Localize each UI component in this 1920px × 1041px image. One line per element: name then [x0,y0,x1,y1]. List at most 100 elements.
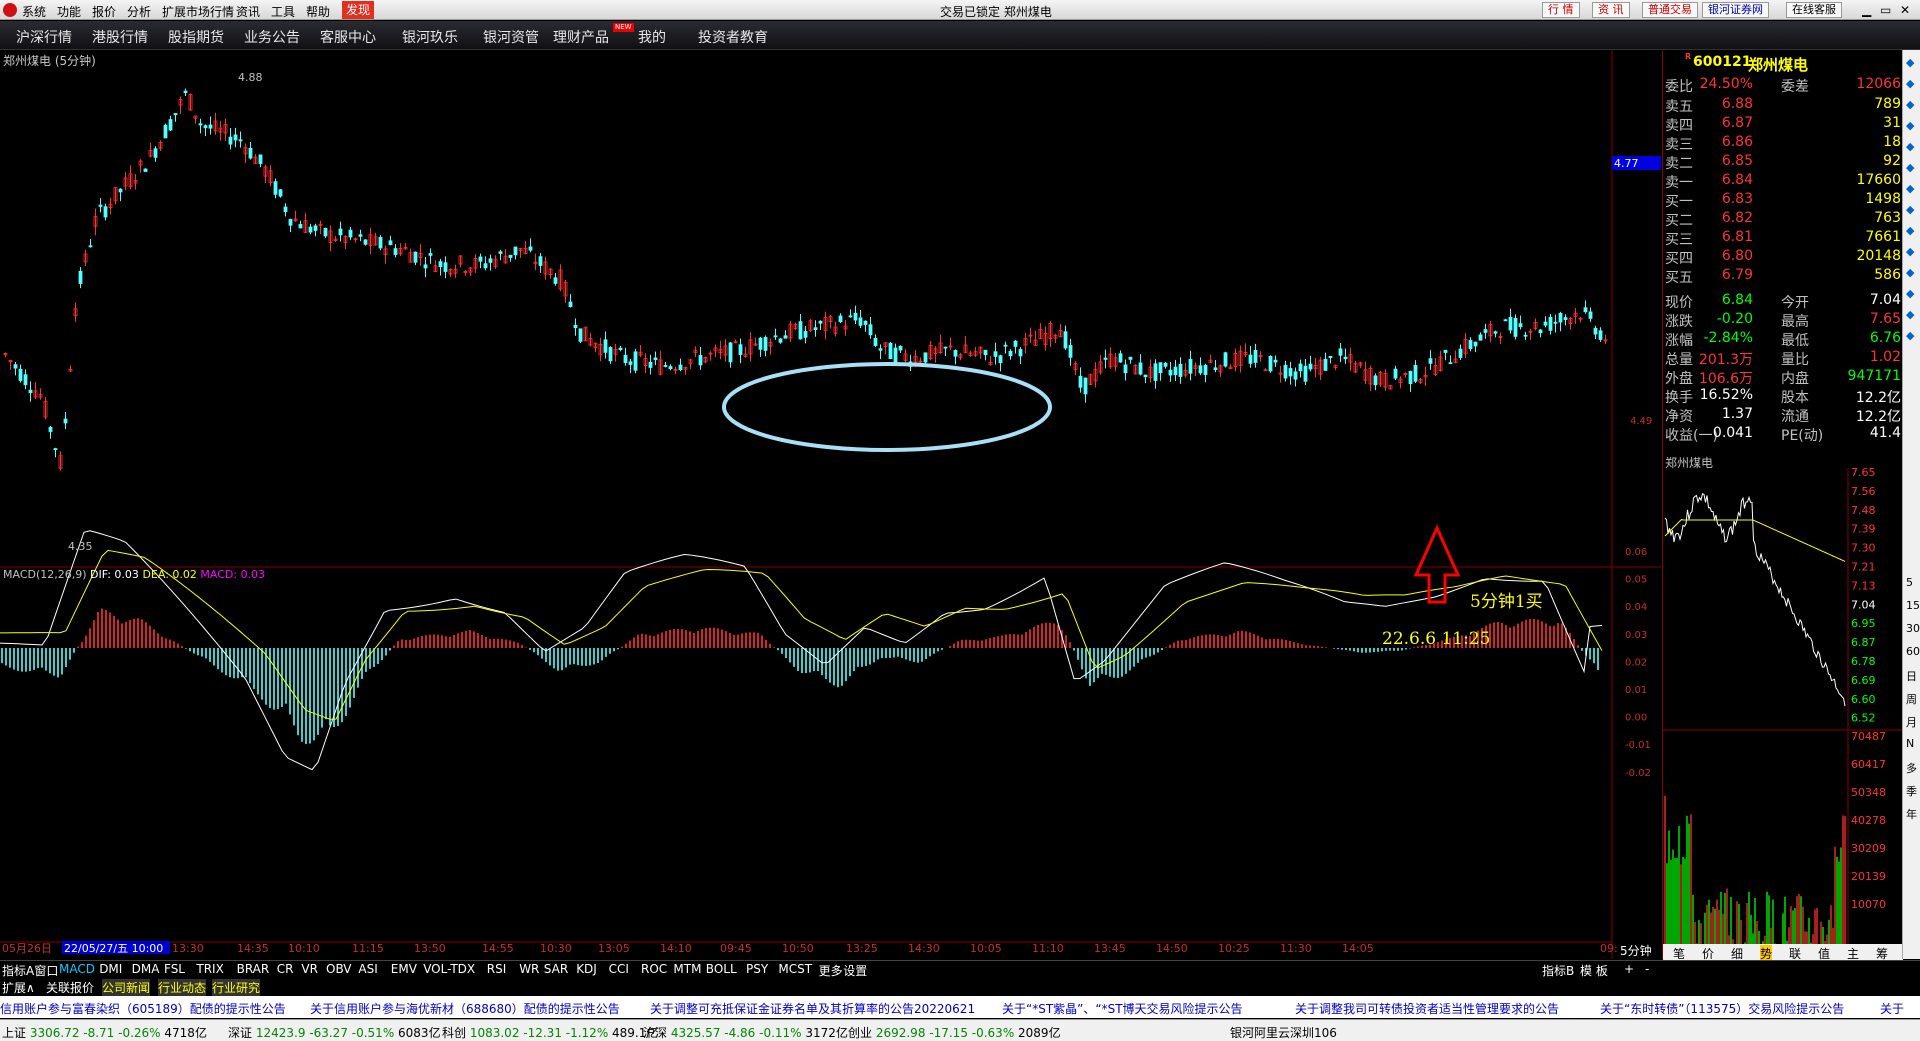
ext-tab[interactable]: 公司新闻 [102,979,151,996]
btn-info[interactable]: 资 讯 [1592,2,1630,18]
menu-ext-market[interactable]: 扩展市场行情 [162,3,234,20]
mini-chart[interactable]: 7.65 7.56 7.48 7.39 7.30 7.21 7.13 7.04 6.95 6.87… [1663,468,1903,958]
menu-discover[interactable]: 发现 [342,1,375,19]
indicator-tab[interactable]: 更多 [819,962,843,979]
tool-icon[interactable]: ◆ [1906,119,1914,132]
btn-quote[interactable]: 行 情 [1542,2,1580,18]
indicator-tab[interactable]: MACD [59,962,95,976]
tool-icon[interactable]: ◆ [1906,224,1914,237]
menu-info[interactable]: 资讯 [236,3,260,20]
ask-row[interactable]: 卖一 6.84 17660 [1663,172,1903,191]
news-item[interactable]: 关于 [1880,1000,1904,1017]
menu-analysis[interactable]: 分析 [127,3,151,20]
indicator-tab[interactable]: EMV [391,962,417,976]
indicator-tab[interactable]: MTM [673,962,701,976]
period-tool[interactable]: 15 [1906,599,1920,612]
period-tool[interactable]: N [1906,737,1914,750]
nav-joy[interactable]: 银河玖乐 [402,27,458,47]
indicator-tab[interactable]: DMI [99,962,122,976]
ask-row[interactable]: 卖五 6.88 789 [1663,96,1903,115]
news-item[interactable]: 信用账户参与富春染织（605189）配债的提示性公告 [0,1000,286,1017]
close-icon[interactable]: ✕ [1900,3,1910,17]
tool-icon[interactable]: ◆ [1906,56,1914,69]
nav-futures[interactable]: 股指期货 [168,27,224,47]
period-tool[interactable]: 60 [1906,645,1920,658]
nav-mine[interactable]: 我的 [638,27,666,47]
indicator-tab[interactable]: 窗口 [34,962,58,979]
ask-row[interactable]: 卖四 6.87 31 [1663,115,1903,134]
menu-tools[interactable]: 工具 [271,3,295,20]
nav-education[interactable]: 投资者教育 [698,27,768,47]
btn-trade[interactable]: 普通交易 [1642,2,1698,18]
menu-help[interactable]: 帮助 [306,3,330,20]
bid-row[interactable]: 买二 6.82 763 [1663,210,1903,229]
ask-row[interactable]: 卖三 6.86 18 [1663,134,1903,153]
indicator-tab[interactable]: CR [277,962,294,976]
nav-asset[interactable]: 银河资管 [483,27,539,47]
index-quote[interactable]: 深证 12423.9 -63.27 -0.51% 6083亿 [228,1024,441,1041]
nav-wealth[interactable]: 理财产品 [553,27,609,47]
period-label[interactable]: 5分钟 [1620,943,1652,958]
indicator-tab[interactable]: PSY [746,962,768,976]
bid-row[interactable]: 买四 6.80 20148 [1663,248,1903,267]
indicator-tab[interactable]: KDJ [576,962,597,976]
news-item[interactable]: 关于“东时转债”（113575）交易风险提示公告 [1600,1000,1844,1017]
ext-tab[interactable]: 关联报价 [46,979,94,996]
maximize-icon[interactable]: ▭ [1880,3,1891,17]
indicator-tab[interactable]: 指标A [2,962,34,979]
nav-hk[interactable]: 港股行情 [92,27,148,47]
menu-system[interactable]: 系统 [22,3,46,20]
news-item[interactable]: 关于信用账户参与海优新材（688680）配债的提示性公告 [310,1000,620,1017]
tool-icon[interactable]: ◆ [1906,329,1914,342]
index-quote[interactable]: 沪深 4325.57 -4.86 -0.11% 3172亿 [643,1024,848,1041]
nav-hs[interactable]: 沪深行情 [16,27,72,47]
tool-icon[interactable]: ◆ [1906,308,1914,321]
tool-icon[interactable]: ◆ [1906,98,1914,111]
indicator-tab[interactable]: FSL [164,962,185,976]
ext-tab[interactable]: 行业研究 [212,979,261,996]
kline-chart[interactable]: 5分钟1买 22.6.6 11:25 4.88 4.35 4.77 4.49 0… [0,50,1661,959]
tool-icon[interactable]: ◆ [1906,245,1914,258]
tool-icon[interactable]: ◆ [1906,161,1914,174]
period-tool[interactable]: 5 [1906,576,1913,589]
ask-row[interactable]: 卖二 6.85 92 [1663,153,1903,172]
period-tool[interactable]: 日 [1906,668,1917,684]
tool-icon[interactable]: ◆ [1906,266,1914,279]
ext-tab[interactable]: 扩展∧ [2,979,35,996]
template-tab[interactable]: - [1645,962,1649,976]
ext-tab[interactable]: 行业动态 [158,979,207,996]
indicator-tab[interactable]: TRIX [196,962,223,976]
index-quote[interactable]: 科创 1083.02 -12.31 -1.12% 489.1亿 [442,1024,658,1041]
index-quote[interactable]: 上证 3306.72 -8.71 -0.26% 4718亿 [2,1024,207,1041]
news-item[interactable]: 关于“*ST紫晶”、“*ST博天交易风险提示公告 [1002,1000,1243,1017]
minimize-icon[interactable]: ▁ [1862,3,1871,17]
nav-service[interactable]: 客服中心 [320,27,376,47]
menu-quote[interactable]: 报价 [92,3,116,20]
menu-function[interactable]: 功能 [57,3,81,20]
index-quote[interactable]: 创业 2692.98 -17.15 -0.63% 2089亿 [848,1024,1061,1041]
news-item[interactable]: 关于调整我司可转债投资者适当性管理要求的公告 [1295,1000,1559,1017]
indicator-tab[interactable]: ASI [358,962,377,976]
indicator-tab[interactable]: MCST [778,962,812,976]
indicator-tab[interactable]: VR [301,962,318,976]
indicator-tab[interactable]: CCI [609,962,629,976]
nav-notice[interactable]: 业务公告 [244,27,300,47]
template-tab[interactable]: 指标B [1542,962,1574,979]
indicator-tab[interactable]: ROC [641,962,667,976]
template-tab[interactable]: + [1624,962,1634,976]
period-tool[interactable]: 月 [1906,714,1917,730]
indicator-tab[interactable]: 设置 [843,962,867,979]
bid-row[interactable]: 买一 6.83 1498 [1663,191,1903,210]
news-item[interactable]: 关于调整可充抵保证金证券名单及其折算率的公告20220621 [650,1000,975,1017]
indicator-tab[interactable]: DMA [132,962,160,976]
period-tool[interactable]: 季 [1906,783,1917,799]
indicator-tab[interactable]: VOL-TDX [423,962,475,976]
tool-icon[interactable]: ◆ [1906,77,1914,90]
indicator-tab[interactable]: RSI [487,962,507,976]
bid-row[interactable]: 买三 6.81 7661 [1663,229,1903,248]
tool-icon[interactable]: ◆ [1906,182,1914,195]
tool-icon[interactable]: ◆ [1906,140,1914,153]
period-tool[interactable]: 周 [1906,691,1917,707]
tool-icon[interactable]: ◆ [1906,287,1914,300]
btn-website[interactable]: 银河证券网 [1702,2,1769,18]
